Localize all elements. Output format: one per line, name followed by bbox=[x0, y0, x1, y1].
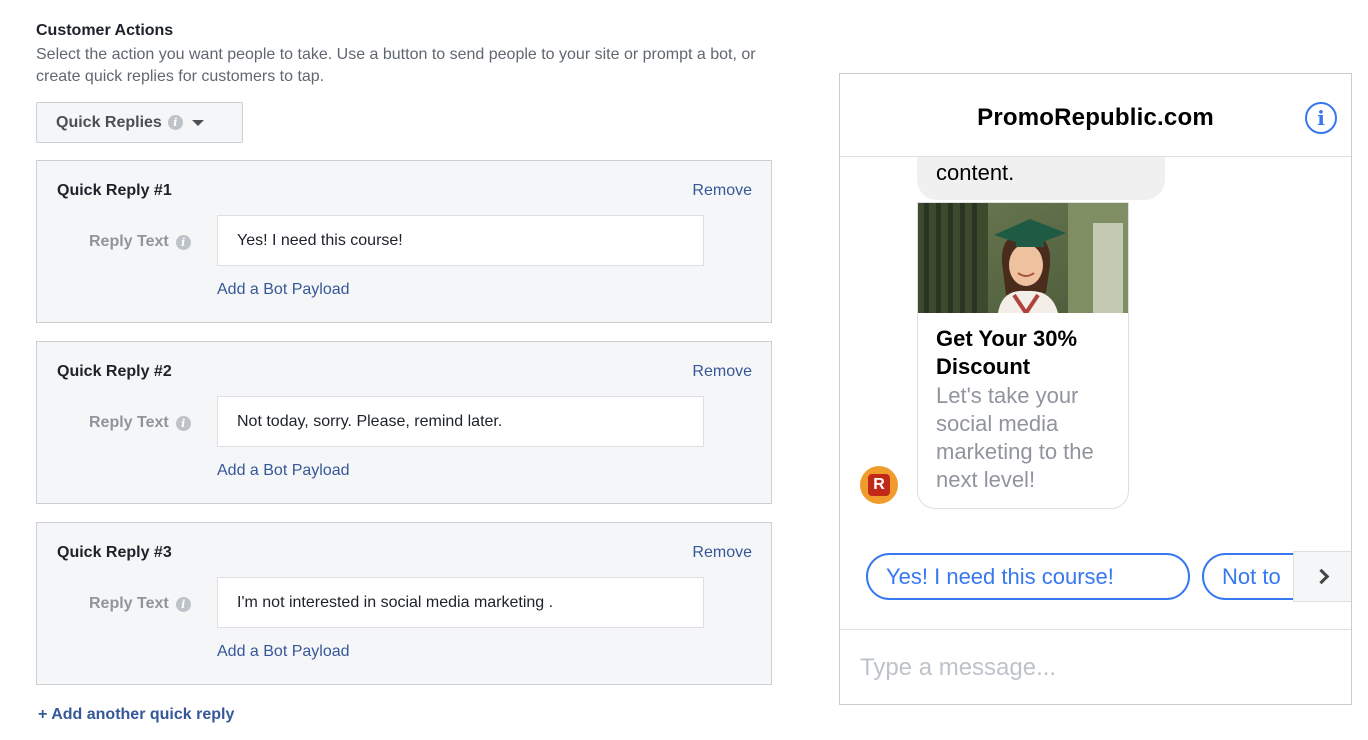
remove-link[interactable]: Remove bbox=[692, 544, 752, 562]
quick-reply-card-3: Quick Reply #3 Remove Reply Text i I'm n… bbox=[36, 522, 772, 685]
info-icon[interactable]: i bbox=[175, 234, 191, 250]
reply-text-label-text: Reply Text bbox=[89, 414, 169, 431]
quick-reply-card-1: Quick Reply #1 Remove Reply Text i Yes! … bbox=[36, 160, 772, 323]
message-bubble-text: content. bbox=[936, 160, 1015, 185]
reply-text-label: Reply Text i bbox=[89, 595, 191, 613]
remove-link[interactable]: Remove bbox=[692, 363, 752, 381]
chevron-right-icon bbox=[1313, 568, 1330, 585]
quick-reply-card-2: Quick Reply #2 Remove Reply Text i Not t… bbox=[36, 341, 772, 504]
info-icon[interactable]: i bbox=[175, 415, 191, 431]
quick-reply-title: Quick Reply #1 bbox=[57, 182, 172, 199]
quick-reply-chip-1[interactable]: Yes! I need this course! bbox=[866, 553, 1190, 600]
reply-text-label: Reply Text i bbox=[89, 414, 191, 432]
quick-replies-next-button[interactable] bbox=[1293, 551, 1351, 602]
quick-reply-title: Quick Reply #3 bbox=[57, 544, 172, 561]
add-bot-payload-link[interactable]: Add a Bot Payload bbox=[217, 462, 350, 480]
card-title: Get Your 30% Discount bbox=[936, 326, 1078, 379]
reply-text-label: Reply Text i bbox=[89, 233, 191, 251]
customer-actions-title: Customer Actions bbox=[36, 22, 174, 39]
card-image bbox=[918, 203, 1128, 313]
page-avatar: R bbox=[860, 466, 898, 504]
customer-actions-description: Select the action you want people to tak… bbox=[36, 46, 756, 85]
reply-text-input[interactable]: Yes! I need this course! bbox=[217, 215, 704, 266]
reply-text-input[interactable]: Not today, sorry. Please, remind later. bbox=[217, 396, 704, 447]
info-icon[interactable]: i bbox=[167, 115, 183, 130]
reply-text-label-text: Reply Text bbox=[89, 233, 169, 250]
add-bot-payload-link[interactable]: Add a Bot Payload bbox=[217, 281, 350, 299]
message-input[interactable] bbox=[860, 654, 1320, 682]
messenger-preview: PromoRepublic.com i content. Get Your 30… bbox=[839, 73, 1352, 705]
add-another-quick-reply-link[interactable]: + Add another quick reply bbox=[38, 706, 234, 724]
page-name: PromoRepublic.com bbox=[977, 104, 1214, 131]
page-avatar-logo: R bbox=[868, 474, 890, 496]
card-subtitle: Let's take your social media marketing t… bbox=[936, 383, 1094, 492]
info-icon[interactable]: i bbox=[1305, 102, 1337, 134]
action-type-dropdown[interactable]: Quick Replies i bbox=[36, 102, 243, 143]
promo-card[interactable]: Get Your 30% Discount Let's take your so… bbox=[917, 202, 1129, 509]
reply-text-input[interactable]: I'm not interested in social media marke… bbox=[217, 577, 704, 628]
reply-text-label-text: Reply Text bbox=[89, 595, 169, 612]
quick-reply-title: Quick Reply #2 bbox=[57, 363, 172, 380]
dropdown-label: Quick Replies bbox=[56, 113, 162, 131]
info-icon[interactable]: i bbox=[175, 596, 191, 612]
preview-header: PromoRepublic.com i bbox=[840, 74, 1351, 157]
remove-link[interactable]: Remove bbox=[692, 182, 752, 200]
composer bbox=[840, 629, 1351, 704]
caret-down-icon bbox=[191, 119, 204, 126]
add-bot-payload-link[interactable]: Add a Bot Payload bbox=[217, 643, 350, 661]
